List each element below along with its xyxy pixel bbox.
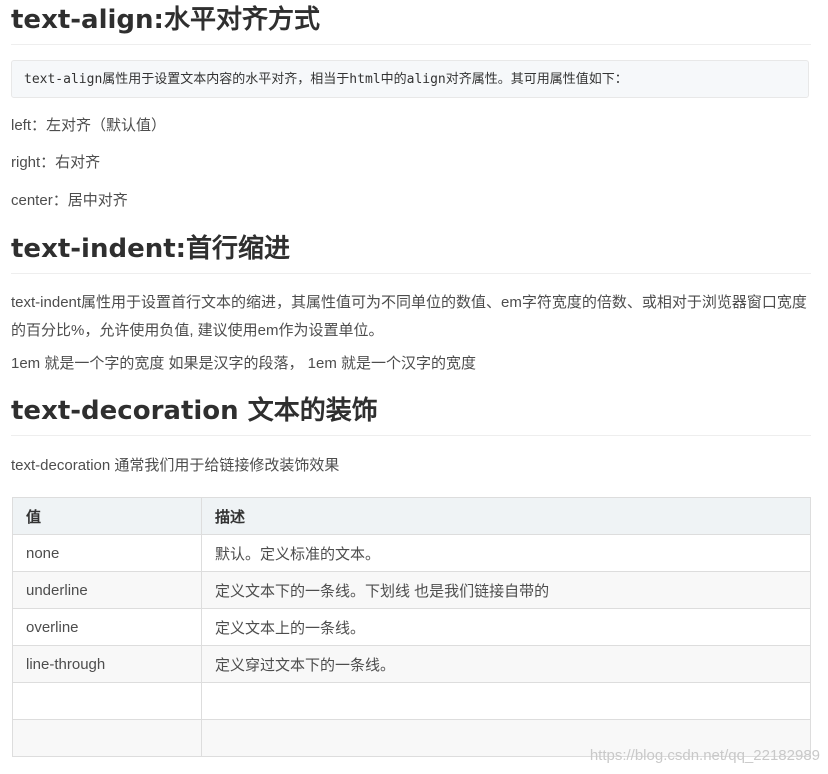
heading-text-align: text-align:水平对齐方式 — [11, 2, 811, 45]
heading-text-indent: text-indent:首行缩进 — [11, 231, 811, 274]
align-left-line: left：左对齐（默认值） — [11, 117, 167, 134]
align-right-line: right：右对齐 — [11, 154, 101, 171]
code-text: 中的 — [380, 71, 407, 86]
align-center-line: center：居中对齐 — [11, 192, 128, 209]
table-cell-description: 默认。定义标准的文本。 — [201, 534, 811, 572]
table-row: overline 定义文本上的一条线。 — [12, 608, 811, 646]
table-header-value: 值 — [12, 497, 202, 535]
table-cell-description: 定义文本下的一条线。下划线 也是我们链接自带的 — [201, 571, 811, 609]
code-keyword: align — [406, 72, 446, 87]
indent-note: 1em 就是一个字的宽度 如果是汉字的段落， 1em 就是一个汉字的宽度 — [11, 355, 477, 372]
table-cell-description: 定义文本上的一条线。 — [201, 608, 811, 646]
table-cell-value — [12, 682, 202, 720]
heading-text-decoration: text-decoration 文本的装饰 — [11, 393, 811, 436]
table-header-row: 值 描述 — [12, 497, 811, 535]
table-row: underline 定义文本下的一条线。下划线 也是我们链接自带的 — [12, 571, 811, 609]
code-keyword: text-align — [24, 72, 103, 87]
table-cell-value: line-through — [12, 645, 202, 683]
watermark: https://blog.csdn.net/qq_22182989 — [589, 747, 820, 764]
table-cell-value: none — [12, 534, 202, 572]
code-block: text-align属性用于设置文本内容的水平对齐，相当于html中的align… — [11, 60, 809, 98]
table-cell-description — [201, 682, 811, 720]
table-cell-value — [12, 719, 202, 757]
decoration-intro: text-decoration 通常我们用于给链接修改装饰效果 — [11, 457, 340, 474]
code-text: 属性用于设置文本内容的水平对齐，相当于 — [102, 71, 350, 86]
table-header-description: 描述 — [201, 497, 811, 535]
table-cell-value: underline — [12, 571, 202, 609]
table-cell-description: 定义穿过文本下的一条线。 — [201, 645, 811, 683]
indent-paragraph: text-indent属性用于设置首行文本的缩进，其属性值可为不同单位的数值、e… — [11, 294, 807, 339]
table-row: line-through 定义穿过文本下的一条线。 — [12, 645, 811, 683]
table-row: none 默认。定义标准的文本。 — [12, 534, 811, 572]
decoration-values-table: 值 描述 none 默认。定义标准的文本。 underline 定义文本下的一条… — [12, 497, 811, 757]
table-cell-value: overline — [12, 608, 202, 646]
code-text: 对齐属性。其可用属性值如下： — [445, 71, 628, 86]
table-row — [12, 682, 811, 720]
code-keyword: html — [349, 72, 381, 87]
